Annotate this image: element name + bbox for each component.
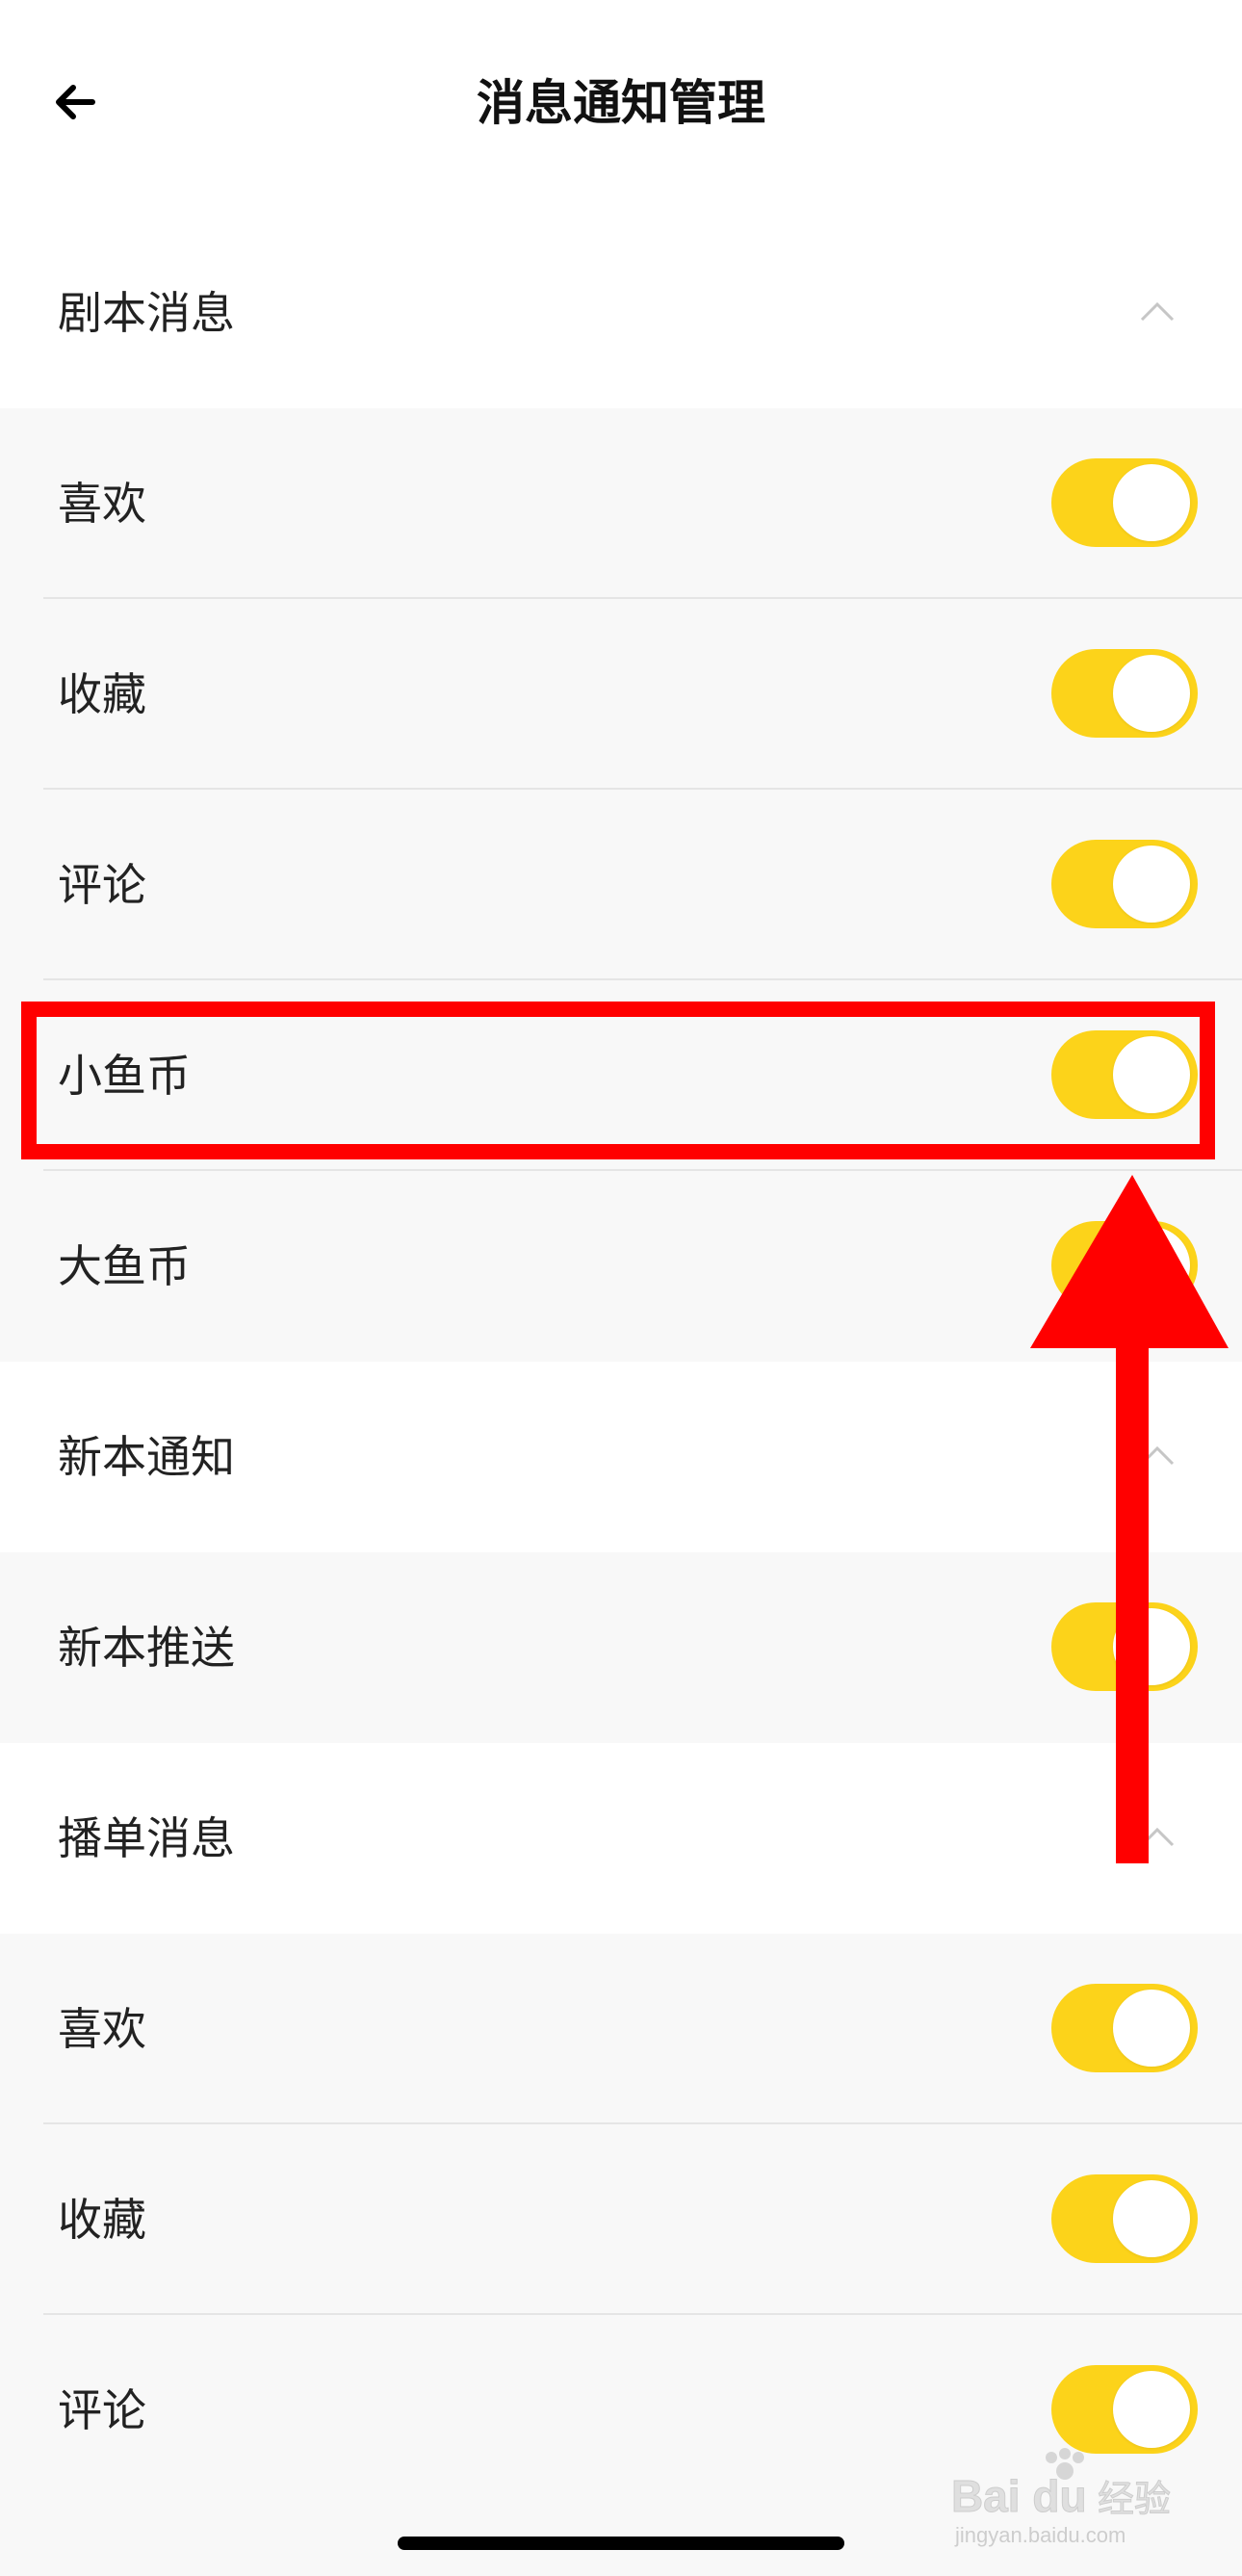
toggle-knob	[1113, 464, 1190, 541]
chevron-up-icon	[1140, 1827, 1175, 1847]
toggle-knob	[1113, 1608, 1190, 1685]
setting-row-new-script-push: 新本推送	[0, 1552, 1242, 1743]
setting-row-playlist-like: 喜欢	[0, 1934, 1242, 2124]
section-header-playlist-messages[interactable]: 播单消息	[0, 1743, 1242, 1934]
setting-label: 大鱼币	[58, 1240, 191, 1292]
setting-row-collect: 收藏	[0, 599, 1242, 790]
section-title: 播单消息	[58, 1812, 235, 1864]
setting-label: 小鱼币	[58, 1050, 191, 1102]
toggle-knob	[1113, 2180, 1190, 2257]
toggle-knob	[1113, 1036, 1190, 1113]
toggle-knob	[1113, 655, 1190, 732]
toggle-knob	[1113, 846, 1190, 923]
section-title: 新本通知	[58, 1431, 235, 1483]
toggle-knob	[1113, 1227, 1190, 1304]
small-fish-coin-toggle[interactable]	[1051, 1030, 1198, 1119]
setting-row-big-fish-coin: 大鱼币	[0, 1171, 1242, 1362]
toggle-knob	[1113, 1990, 1190, 2067]
setting-row-like: 喜欢	[0, 408, 1242, 599]
playlist-collect-toggle[interactable]	[1051, 2174, 1198, 2263]
big-fish-coin-toggle[interactable]	[1051, 1221, 1198, 1310]
comment-toggle[interactable]	[1051, 840, 1198, 928]
setting-row-comment: 评论	[0, 790, 1242, 980]
home-indicator[interactable]	[398, 2537, 844, 2550]
playlist-like-toggle[interactable]	[1051, 1984, 1198, 2072]
setting-label: 新本推送	[58, 1622, 235, 1674]
new-script-push-toggle[interactable]	[1051, 1602, 1198, 1691]
chevron-up-icon	[1140, 1445, 1175, 1466]
setting-label: 收藏	[58, 668, 146, 720]
section-header-new-script-notice[interactable]: 新本通知	[0, 1362, 1242, 1552]
setting-label: 喜欢	[58, 2003, 146, 2055]
section-title: 剧本消息	[58, 287, 235, 339]
toggle-knob	[1113, 2371, 1190, 2448]
setting-label: 喜欢	[58, 478, 146, 530]
setting-label: 评论	[58, 2384, 146, 2436]
nav-header: 消息通知管理	[0, 0, 1242, 202]
setting-row-playlist-collect: 收藏	[0, 2124, 1242, 2315]
collect-toggle[interactable]	[1051, 649, 1198, 738]
setting-label: 评论	[58, 859, 146, 911]
page-title: 消息通知管理	[477, 75, 765, 131]
playlist-comment-toggle[interactable]	[1051, 2365, 1198, 2454]
setting-row-small-fish-coin: 小鱼币	[0, 980, 1242, 1171]
section-header-script-messages[interactable]: 剧本消息	[0, 218, 1242, 408]
like-toggle[interactable]	[1051, 458, 1198, 547]
setting-label: 收藏	[58, 2194, 146, 2246]
chevron-up-icon	[1140, 301, 1175, 322]
